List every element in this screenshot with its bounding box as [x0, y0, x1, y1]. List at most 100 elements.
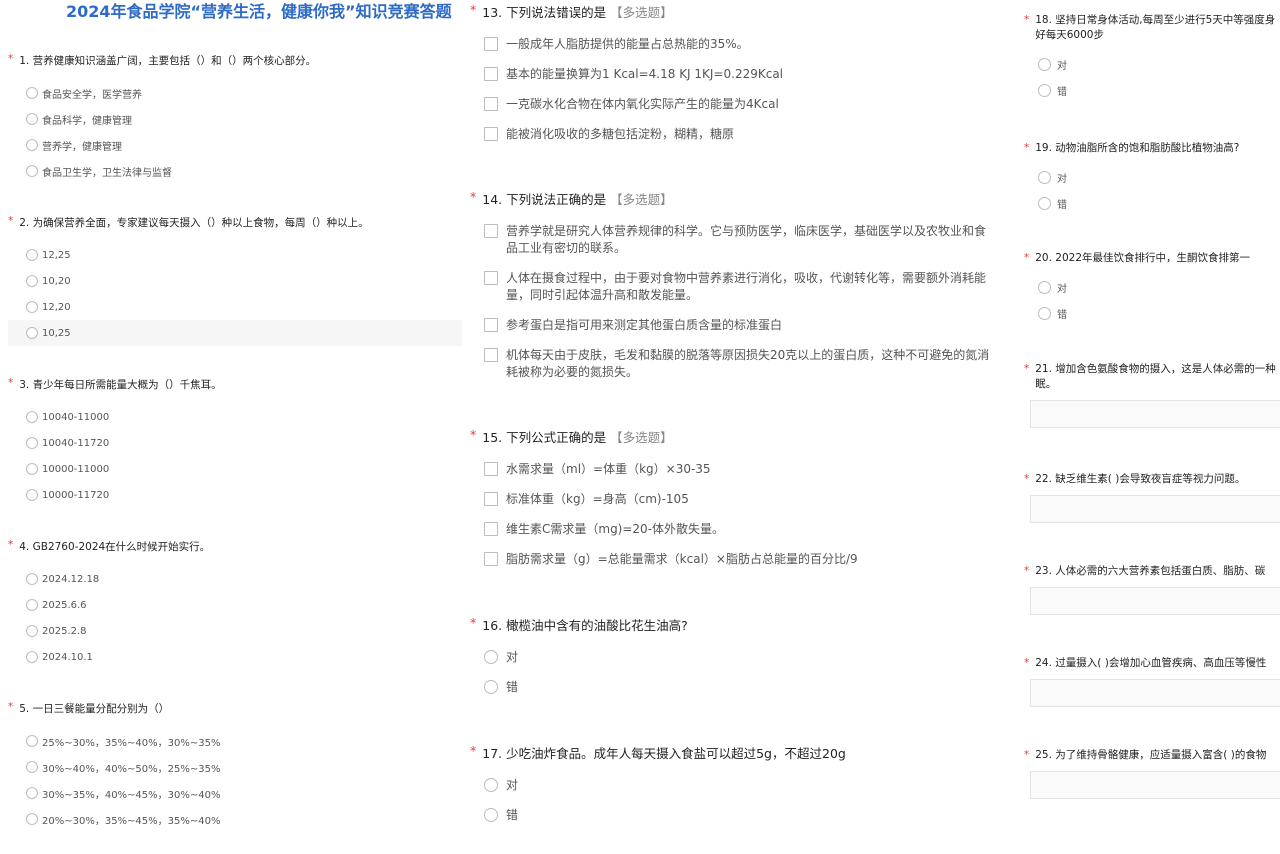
question-17: * 17. 少吃油炸食品。成年人每天摄入食盐可以超过5g，不超过20g 对 错 [470, 743, 846, 837]
checkbox[interactable] [484, 348, 498, 362]
checkbox[interactable] [484, 224, 498, 238]
radio-option[interactable]: 12,25 [8, 242, 462, 268]
radio-button[interactable] [26, 87, 38, 99]
radio-button[interactable] [1038, 170, 1051, 184]
checkbox[interactable] [484, 552, 498, 566]
radio-button[interactable] [484, 650, 498, 664]
radio-option[interactable]: 10040-11000 [8, 404, 222, 430]
survey-panel-left: 2024年食品学院“营养生活，健康你我”知识竞赛答题 * 1. 营养健康知识涵盖广… [0, 0, 466, 854]
radio-button[interactable] [26, 113, 38, 125]
radio-option[interactable]: 食品科学，健康管理 [8, 106, 316, 132]
checkbox[interactable] [484, 97, 498, 111]
radio-option[interactable]: 错 [1024, 190, 1239, 216]
answer-input[interactable] [1030, 679, 1280, 707]
radio-option[interactable]: 10,20 [8, 268, 462, 294]
checkbox-option[interactable]: 一般成年人脂肪提供的能量占总热能的35%。 [470, 36, 783, 53]
option-label: 人体在摄食过程中，由于要对食物中营养素进行消化，吸收，代谢转化等，需要额外消耗能… [506, 271, 987, 302]
radio-button[interactable] [1038, 280, 1051, 294]
radio-button[interactable] [1038, 196, 1051, 210]
radio-option[interactable]: 对 [470, 777, 846, 794]
radio-button[interactable] [26, 489, 38, 501]
checkbox-option[interactable]: 脂肪需求量（g）=总能量需求（kcal）×脂肪占总能量的百分比/9 [470, 551, 858, 568]
radio-option[interactable]: 2025.2.8 [8, 618, 210, 644]
checkbox-option[interactable]: 机体每天由于皮肤，毛发和黏膜的脱落等原因损失20克以上的蛋白质，这种不可避免的氮… [470, 347, 992, 381]
radio-option[interactable]: 对 [1024, 164, 1239, 190]
radio-option[interactable]: 10040-11720 [8, 430, 222, 456]
radio-option[interactable]: 2024.10.1 [8, 644, 210, 670]
radio-option[interactable]: 营养学，健康管理 [8, 132, 316, 158]
radio-button[interactable] [26, 651, 38, 663]
radio-option[interactable]: 30%~40%，40%~50%，25%~35% [8, 754, 221, 780]
question-1: * 1. 营养健康知识涵盖广阔，主要包括（）和（）两个核心部分。 食品安全学，医学… [8, 53, 316, 184]
question-21: * 21. 增加含色氨酸食物的摄入，这是人体必需的一种 眠。 [1024, 362, 1280, 428]
option-label: 标准体重（kg）=身高（cm)-105 [506, 492, 689, 506]
answer-input[interactable] [1030, 771, 1280, 799]
radio-option[interactable]: 对 [470, 649, 688, 666]
radio-button[interactable] [26, 599, 38, 611]
checkbox[interactable] [484, 462, 498, 476]
radio-button[interactable] [26, 437, 38, 449]
radio-button[interactable] [26, 327, 38, 339]
radio-button[interactable] [26, 275, 38, 287]
option-label: 营养学，健康管理 [42, 141, 122, 153]
checkbox[interactable] [484, 492, 498, 506]
radio-button[interactable] [1038, 306, 1051, 320]
radio-button[interactable] [26, 573, 38, 585]
checkbox-option[interactable]: 水需求量（ml）=体重（kg）×30-35 [470, 461, 858, 478]
radio-button[interactable] [26, 625, 38, 637]
checkbox-option[interactable]: 人体在摄食过程中，由于要对食物中营养素进行消化，吸收，代谢转化等，需要额外消耗能… [470, 270, 992, 304]
radio-option[interactable]: 10000-11000 [8, 456, 222, 482]
radio-option[interactable]: 2025.6.6 [8, 592, 210, 618]
checkbox-option[interactable]: 标准体重（kg）=身高（cm)-105 [470, 491, 858, 508]
radio-button[interactable] [484, 808, 498, 822]
radio-option[interactable]: 12,20 [8, 294, 462, 320]
radio-button[interactable] [1038, 83, 1051, 97]
option-label: 2024.10.1 [42, 651, 93, 663]
checkbox[interactable] [484, 37, 498, 51]
radio-option[interactable]: 10000-11720 [8, 482, 222, 508]
radio-option[interactable]: 食品安全学，医学营养 [8, 80, 316, 106]
radio-option[interactable]: 错 [1024, 300, 1250, 326]
radio-option[interactable]: 2024.12.18 [8, 566, 210, 592]
checkbox[interactable] [484, 522, 498, 536]
checkbox-option[interactable]: 营养学就是研究人体营养规律的科学。它与预防医学，临床医学，基础医学以及农牧业和食… [470, 223, 992, 257]
answer-input[interactable] [1030, 587, 1280, 615]
checkbox[interactable] [484, 271, 498, 285]
question-5: * 5. 一日三餐能量分配分别为（） 25%~30%，35%~40%，30%~35… [8, 701, 221, 832]
radio-button[interactable] [26, 139, 38, 151]
radio-button[interactable] [26, 411, 38, 423]
required-mark: * [470, 743, 477, 758]
radio-option[interactable]: 25%~30%，35%~40%，30%~35% [8, 728, 221, 754]
checkbox-option[interactable]: 参考蛋白是指可用来测定其他蛋白质含量的标准蛋白 [470, 317, 992, 334]
radio-option[interactable]: 食品卫生学，卫生法律与监督 [8, 158, 316, 184]
checkbox-option[interactable]: 基本的能量换算为1 Kcal=4.18 KJ 1KJ=0.229Kcal [470, 66, 783, 83]
radio-button[interactable] [26, 463, 38, 475]
radio-option[interactable]: 10,25 [8, 320, 462, 346]
radio-button[interactable] [26, 165, 38, 177]
checkbox-option[interactable]: 一克碳水化合物在体内氧化实际产生的能量为4Kcal [470, 96, 783, 113]
radio-option[interactable]: 20%~30%，35%~45%，35%~40% [8, 806, 221, 832]
radio-option[interactable]: 对 [1024, 51, 1275, 77]
checkbox[interactable] [484, 318, 498, 332]
checkbox[interactable] [484, 67, 498, 81]
radio-button[interactable] [26, 761, 38, 773]
radio-option[interactable]: 30%~35%，40%~45%，30%~40% [8, 780, 221, 806]
radio-button[interactable] [26, 813, 38, 825]
radio-button[interactable] [26, 787, 38, 799]
question-text: 13. 下列说法错误的是 [482, 5, 607, 20]
radio-button[interactable] [484, 680, 498, 694]
radio-option[interactable]: 错 [470, 679, 688, 696]
radio-option[interactable]: 对 [1024, 274, 1250, 300]
radio-button[interactable] [26, 735, 38, 747]
radio-button[interactable] [26, 301, 38, 313]
checkbox-option[interactable]: 能被消化吸收的多糖包括淀粉，糊精，糖原 [470, 126, 783, 143]
checkbox-option[interactable]: 维生素C需求量（mg)=20-体外散失量。 [470, 521, 858, 538]
radio-button[interactable] [1038, 57, 1051, 71]
answer-input[interactable] [1030, 400, 1280, 428]
radio-button[interactable] [484, 778, 498, 792]
checkbox[interactable] [484, 127, 498, 141]
radio-option[interactable]: 错 [470, 807, 846, 824]
radio-option[interactable]: 错 [1024, 77, 1275, 103]
answer-input[interactable] [1030, 495, 1280, 523]
radio-button[interactable] [26, 249, 38, 261]
